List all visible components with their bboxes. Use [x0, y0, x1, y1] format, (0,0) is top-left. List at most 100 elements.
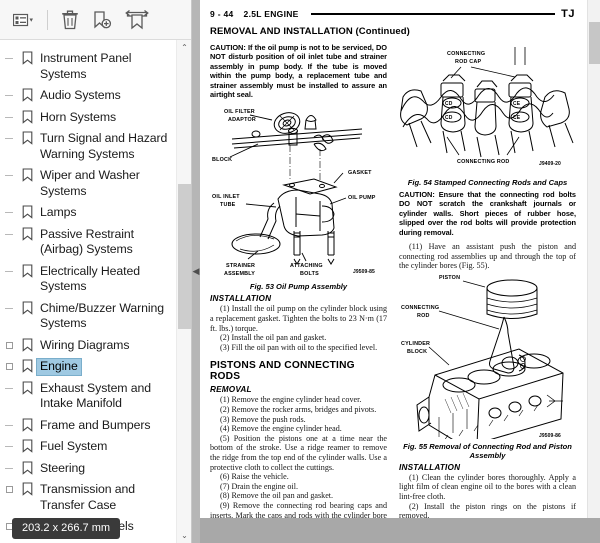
bookmark-icon	[18, 300, 36, 315]
bookmark-move-icon	[125, 9, 149, 29]
callout-cylinder-block-line1: CYLINDER	[401, 341, 430, 347]
bookmark-label: Lamps	[40, 205, 77, 219]
pdf-page: 9 - 44 2.5L ENGINE TJ REMOVAL AND INSTAL…	[200, 0, 585, 543]
tree-branch-line	[0, 380, 18, 389]
bookmark-item[interactable]: Exhaust System and Intake Manifold	[0, 378, 172, 415]
bookmark-item[interactable]: Fuel System	[0, 436, 172, 458]
bookmark-item[interactable]: Steering	[0, 458, 172, 480]
header-rule	[310, 13, 556, 15]
bookmark-item[interactable]: Frame and Bumpers	[0, 415, 172, 437]
bookmarks-sidebar: Instrument Panel Systems Audio Systems Hor…	[0, 0, 192, 543]
page-size-tooltip: 203.2 x 266.7 mm	[12, 518, 121, 539]
bookmark-item[interactable]: Wiper and Washer Systems	[0, 165, 172, 202]
sidebar-scrollbar[interactable]: ⌃ ⌄	[176, 40, 191, 543]
procedure-step: (2) Install the oil pan and gasket.	[220, 333, 327, 343]
figure-54-number: J9409-20	[539, 161, 561, 167]
installation-steps-right: (1) Clean the cylinder bores thoroughly.…	[399, 473, 576, 521]
trash-icon	[62, 10, 78, 29]
bookmark-label: Transmission and Transfer Case	[40, 482, 135, 512]
bookmark-item[interactable]: Audio Systems	[0, 85, 172, 107]
tree-branch-line	[0, 130, 18, 139]
bookmark-icon	[18, 263, 36, 278]
oil-pump-assembly-diagram: OIL FILTER ADAPTOR BLOCK GASKET OIL PUMP…	[212, 109, 376, 277]
callout-strainer-line1: STRAINER	[226, 263, 255, 269]
figure-55-caption: Fig. 55 Removal of Connecting Rod and Pi…	[403, 441, 572, 460]
procedure-step: (1) Clean the cylinder bores thoroughly.…	[399, 472, 576, 501]
removal-heading: REMOVAL	[210, 385, 252, 395]
installation-heading-right: INSTALLATION	[399, 462, 461, 472]
document-scroll-thumb[interactable]	[589, 22, 600, 64]
new-bookmark-button[interactable]	[87, 6, 117, 34]
bookmark-label: Engine	[36, 358, 82, 376]
callout-oil-inlet-tube-line2: TUBE	[220, 202, 236, 208]
document-view[interactable]: 9 - 44 2.5L ENGINE TJ REMOVAL AND INSTAL…	[200, 0, 600, 543]
callout-block: BLOCK	[212, 157, 232, 163]
installation-steps-left: (1) Install the oil pump on the cylinder…	[210, 304, 387, 352]
callout-attaching-line1: ATTACHING	[290, 263, 323, 269]
figure-54: CONNECTING ROD CAP CONNECTING ROD CD CD …	[399, 45, 576, 187]
page-columns: CAUTION: If the oil pump is not to be se…	[210, 43, 576, 543]
piston-rod-removal-diagram: PISTON CONNECTING ROD CYLINDER BLOCK J95…	[401, 275, 564, 439]
bookmark-label: Exhaust System and Intake Manifold	[40, 380, 151, 411]
collapse-sidebar-icon[interactable]: ◀	[193, 267, 200, 276]
bookmarks-tree[interactable]: Instrument Panel Systems Audio Systems Hor…	[0, 40, 191, 543]
bookmark-icon	[18, 167, 36, 182]
callout-oil-inlet-tube-line1: OIL INLET	[212, 194, 240, 200]
bookmark-item[interactable]: Instrument Panel Systems	[0, 48, 172, 85]
bookmark-item[interactable]: Engine	[0, 356, 172, 378]
bookmark-item[interactable]: Horn Systems	[0, 107, 172, 129]
pdf-reader-window: Instrument Panel Systems Audio Systems Hor…	[0, 0, 600, 543]
delete-button[interactable]	[55, 6, 85, 34]
bookmark-item[interactable]: Chime/Buzzer Warning Systems	[0, 298, 172, 335]
bookmark-icon	[18, 337, 36, 352]
expand-toggle-icon[interactable]	[0, 358, 18, 370]
bookmark-item[interactable]: Electrically Heated Systems	[0, 261, 172, 298]
right-caution-text: CAUTION: Ensure that the connecting rod …	[399, 190, 576, 237]
options-button[interactable]	[6, 6, 42, 34]
removal-step-11: (11) Have an assistant push the piston a…	[399, 242, 576, 271]
procedure-step: (4) Remove the engine cylinder head.	[220, 424, 342, 434]
expand-toggle-icon[interactable]	[0, 481, 18, 493]
callout-connecting-rod-line2: ROD	[417, 313, 430, 319]
bookmark-item[interactable]: Lamps	[0, 202, 172, 224]
document-scrollbar[interactable]	[587, 0, 600, 518]
bookmark-item[interactable]: Turn Signal and Hazard Warning Systems	[0, 128, 172, 165]
tree-branch-line	[0, 460, 18, 469]
tree-branch-line	[0, 300, 18, 309]
bookmark-icon	[18, 438, 36, 453]
bookmark-label: Turn Signal and Hazard Warning Systems	[40, 131, 168, 161]
scroll-up-arrow[interactable]: ⌃	[177, 40, 192, 55]
bookmark-add-icon	[94, 10, 112, 28]
section-continued-heading: REMOVAL AND INSTALLATION (Continued)	[210, 26, 410, 37]
tree-branch-line	[0, 87, 18, 96]
sidebar-scroll-thumb[interactable]	[178, 184, 191, 329]
callout-oil-pump: OIL PUMP	[348, 195, 376, 201]
bookmarks-toolbar	[0, 0, 191, 40]
section-title: 2.5L ENGINE	[243, 9, 299, 19]
bookmark-icon	[18, 380, 36, 395]
bookmark-label: Passive Restraint (Airbag) Systems	[40, 226, 134, 257]
scroll-down-arrow[interactable]: ⌄	[177, 528, 192, 543]
bookmark-item[interactable]: Transmission and Transfer Case	[0, 479, 172, 516]
page-header: 9 - 44 2.5L ENGINE TJ	[210, 8, 575, 20]
expand-toggle-icon[interactable]	[0, 337, 18, 349]
bookmark-icon	[18, 358, 36, 373]
bookmark-item[interactable]: Wiring Diagrams	[0, 335, 172, 357]
callout-connecting-rod: CONNECTING ROD	[457, 159, 510, 165]
callout-piston: PISTON	[439, 275, 460, 281]
tree-branch-line	[0, 50, 18, 59]
left-column: CAUTION: If the oil pump is not to be se…	[210, 43, 387, 543]
edit-bookmark-button[interactable]	[119, 6, 155, 34]
bookmark-label: Wiper and Washer Systems	[40, 168, 140, 198]
sidebar-splitter[interactable]: ◀	[192, 0, 200, 543]
bookmark-icon	[18, 50, 36, 65]
options-list-icon	[13, 13, 33, 26]
model-code: TJ	[561, 8, 575, 20]
bookmark-icon	[18, 130, 36, 145]
right-column: CONNECTING ROD CAP CONNECTING ROD CD CD …	[399, 43, 576, 543]
procedure-step: (8) Remove the oil pan and gasket.	[220, 491, 334, 501]
callout-gasket: GASKET	[348, 170, 372, 176]
tree-branch-line	[0, 417, 18, 426]
bookmark-item[interactable]: Passive Restraint (Airbag) Systems	[0, 224, 172, 261]
procedure-step: (3) Fill the oil pan with oil to the spe…	[220, 342, 378, 352]
